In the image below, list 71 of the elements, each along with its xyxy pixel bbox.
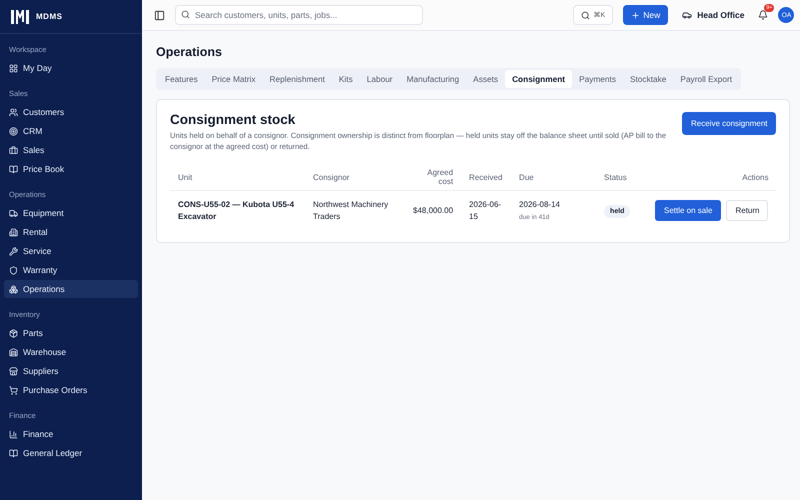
notification-icon[interactable] bbox=[758, 10, 768, 20]
sidebar-item[interactable]: My Day bbox=[4, 59, 138, 77]
brand-name: MDMS bbox=[36, 12, 62, 21]
table-cell: $48,000.00 bbox=[405, 190, 462, 230]
shield-icon bbox=[9, 266, 18, 274]
tab[interactable]: Price Matrix bbox=[204, 70, 263, 88]
column-header: Status bbox=[596, 164, 641, 190]
building-icon bbox=[9, 228, 18, 236]
search-field[interactable]: Search customers, units, parts, jobs... bbox=[175, 5, 423, 25]
tab[interactable]: Labour bbox=[360, 70, 400, 88]
target-icon bbox=[9, 126, 18, 136]
sidebar-item[interactable]: Price Book bbox=[4, 160, 138, 178]
tab[interactable]: Payroll Export bbox=[673, 70, 740, 88]
book-icon bbox=[9, 448, 18, 458]
car-icon bbox=[682, 10, 692, 20]
sidebar-item[interactable]: Sales bbox=[4, 141, 138, 159]
sidebar-item[interactable]: CRM bbox=[4, 122, 138, 140]
tab[interactable]: Features bbox=[158, 70, 205, 88]
users-icon bbox=[9, 108, 18, 116]
branch-selector[interactable]: Head Office bbox=[678, 10, 748, 20]
wrench-icon bbox=[9, 246, 18, 256]
table-cell: CONS-U55-02 — Kubota U55-4 Excavator bbox=[170, 190, 305, 230]
cart-icon bbox=[9, 386, 18, 394]
tab[interactable]: Kits bbox=[332, 70, 360, 88]
sidebar-item[interactable]: Equipment bbox=[4, 204, 138, 222]
column-header: Consignor bbox=[305, 164, 405, 190]
bar-chart-icon bbox=[9, 430, 18, 438]
sidebar-toggle-icon[interactable] bbox=[154, 10, 165, 20]
tab[interactable]: Replenishment bbox=[262, 70, 332, 88]
sidebar-item[interactable]: Finance bbox=[4, 425, 138, 443]
table-cell: Northwest Machinery Traders bbox=[305, 190, 405, 230]
receive-consignment-button[interactable]: Receive consignment bbox=[682, 112, 776, 135]
column-header: Received bbox=[461, 164, 512, 190]
column-header: Unit bbox=[170, 164, 305, 190]
tab[interactable]: Payments bbox=[572, 70, 623, 88]
return-button[interactable]: Return bbox=[726, 200, 768, 222]
column-header: Actions bbox=[640, 164, 776, 190]
sidebar-item[interactable]: Suppliers bbox=[4, 362, 138, 380]
table-cell: 2026-06-15 bbox=[461, 190, 512, 230]
package-icon bbox=[9, 328, 18, 338]
sidebar-item[interactable]: Purchase Orders bbox=[4, 381, 138, 399]
warehouse-icon bbox=[9, 348, 18, 356]
boxes-icon bbox=[9, 284, 18, 294]
sidebar-item[interactable]: Warehouse bbox=[4, 343, 138, 361]
search-icon bbox=[181, 10, 190, 19]
new-button[interactable]: New bbox=[623, 5, 668, 25]
sidebar-item[interactable]: General Ledger bbox=[4, 444, 138, 462]
logo-icon bbox=[10, 8, 30, 24]
settle-button[interactable]: Settle on sale bbox=[654, 200, 722, 222]
card-title: Consignment stock bbox=[170, 112, 296, 127]
sidebar-item[interactable]: Warranty bbox=[4, 261, 138, 279]
due-date: 2026-08-14 bbox=[519, 200, 560, 209]
sidebar-item[interactable]: Customers bbox=[4, 103, 138, 121]
book-icon bbox=[9, 164, 18, 174]
sidebar-item[interactable]: Operations bbox=[4, 280, 138, 298]
plus-icon bbox=[631, 10, 640, 20]
tab[interactable]: Manufacturing bbox=[400, 70, 466, 88]
sidebar-item[interactable]: Parts bbox=[4, 324, 138, 342]
grid-icon bbox=[9, 64, 18, 72]
store-icon bbox=[9, 366, 18, 376]
tab[interactable]: Consignment bbox=[505, 70, 572, 88]
tab[interactable]: Stocktake bbox=[622, 70, 674, 88]
column-header: Agreed cost bbox=[405, 164, 462, 190]
tab[interactable]: Assets bbox=[466, 70, 506, 88]
search-icon bbox=[580, 10, 590, 20]
column-header: Due bbox=[511, 164, 596, 190]
sidebar-item[interactable]: Service bbox=[4, 242, 138, 260]
truck-icon bbox=[9, 208, 18, 218]
sidebar-item[interactable]: Rental bbox=[4, 223, 138, 241]
page-title: Operations bbox=[156, 45, 223, 59]
briefcase-icon bbox=[9, 146, 18, 154]
